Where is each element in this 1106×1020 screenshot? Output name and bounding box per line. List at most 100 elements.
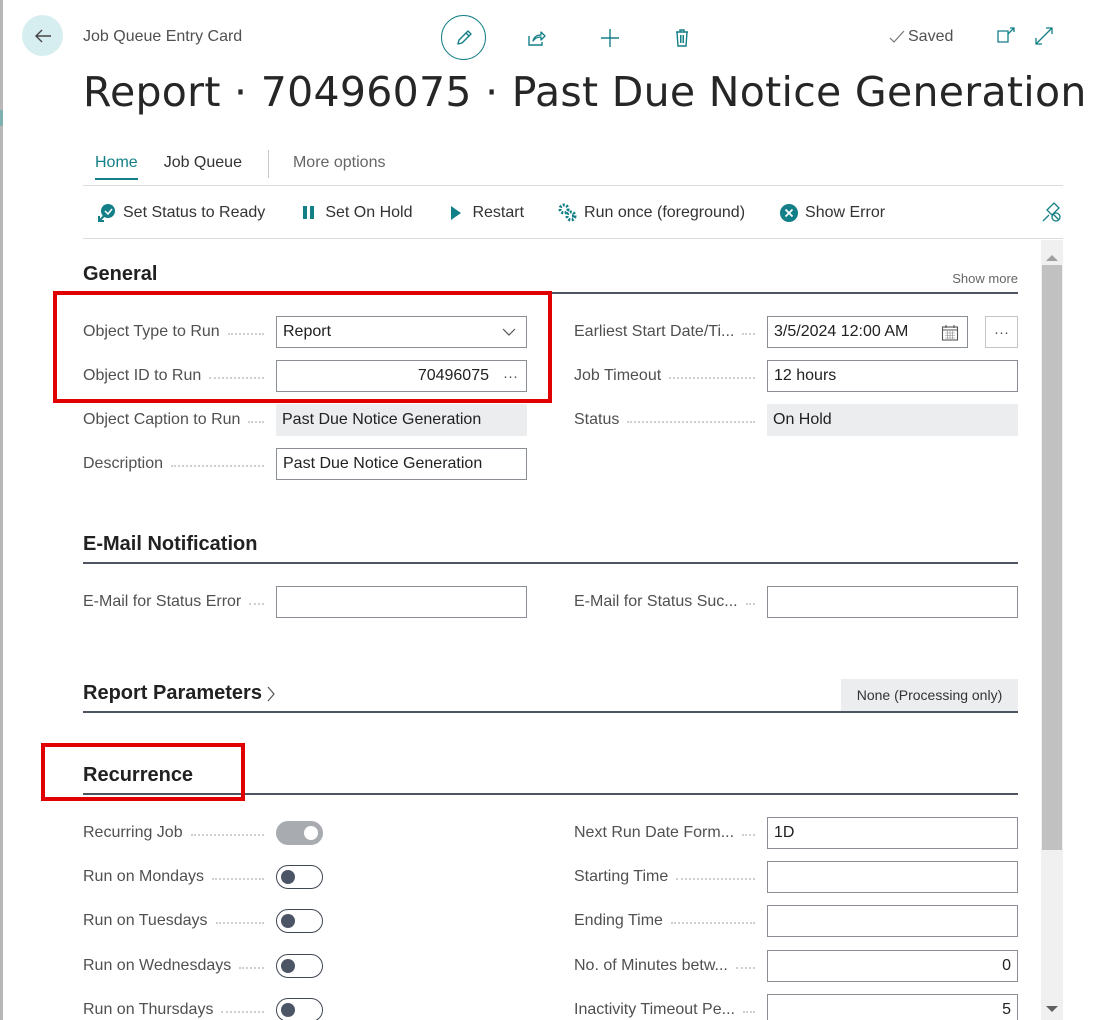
section-report-params-header: Report Parameters None (Processing only) <box>83 677 1018 713</box>
run-mondays-toggle[interactable] <box>276 865 323 889</box>
edit-button[interactable] <box>441 15 486 60</box>
set-on-hold-label: Set On Hold <box>325 203 413 221</box>
field-label: Starting Time <box>574 868 669 885</box>
field-run-thursdays: Run on Thursdays <box>83 994 323 1020</box>
minutes-between-runs-input[interactable]: 0 <box>767 950 1018 982</box>
object-type-dropdown[interactable]: Report <box>276 316 527 348</box>
recurring-job-toggle[interactable] <box>276 821 323 845</box>
report-params-value[interactable]: None (Processing only) <box>841 679 1018 711</box>
section-email-header: E-Mail Notification <box>83 528 1018 564</box>
show-more-link[interactable]: Show more <box>952 271 1018 286</box>
object-caption-value: Past Due Notice Generation <box>276 404 527 436</box>
ending-time-input[interactable] <box>767 905 1018 937</box>
expand-button[interactable] <box>1032 24 1056 48</box>
calendar-icon[interactable] <box>941 324 959 342</box>
pin-action-bar-button[interactable] <box>1041 201 1063 228</box>
restart-button[interactable]: Restart <box>446 203 524 223</box>
field-label: Object ID to Run <box>83 367 202 384</box>
field-description: Description Past Due Notice Generation <box>83 448 527 480</box>
run-wednesdays-toggle[interactable] <box>276 954 323 978</box>
chevron-right-icon <box>267 686 275 701</box>
status-ready-icon <box>98 203 115 222</box>
field-run-tuesdays: Run on Tuesdays <box>83 905 323 937</box>
unpin-icon <box>1042 202 1061 222</box>
field-value: 3/5/2024 12:00 AM <box>774 323 909 340</box>
tab-home[interactable]: Home <box>95 150 138 180</box>
window-buttons <box>994 24 1056 48</box>
field-label: E-Mail for Status Error <box>83 593 242 610</box>
field-value: Past Due Notice Generation <box>283 455 483 472</box>
inactivity-timeout-input[interactable]: 5 <box>767 994 1018 1020</box>
tab-bar: Home Job Queue More options <box>83 150 1063 186</box>
earliest-start-input[interactable]: 3/5/2024 12:00 AM <box>767 316 968 348</box>
trash-icon <box>676 28 688 47</box>
field-value: 12 hours <box>774 367 837 384</box>
open-new-window-button[interactable] <box>994 24 1018 48</box>
set-on-hold-button[interactable]: Set On Hold <box>299 203 412 223</box>
lookup-ellipsis-icon[interactable]: ··· <box>503 368 518 385</box>
pause-icon <box>303 205 315 219</box>
field-value: Report <box>283 323 332 340</box>
edit-pencil-icon <box>456 29 472 45</box>
show-error-button[interactable]: Show Error <box>779 203 885 223</box>
tab-job-queue[interactable]: Job Queue <box>164 150 242 178</box>
field-value: On Hold <box>773 411 832 428</box>
page-title: Report · 70496075 · Past Due Notice Gene… <box>83 68 1087 116</box>
description-input[interactable]: Past Due Notice Generation <box>276 448 527 480</box>
scroll-down-arrow-icon[interactable] <box>1046 1006 1058 1012</box>
set-status-ready-button[interactable]: Set Status to Ready <box>97 203 265 223</box>
field-value: 1D <box>774 824 795 841</box>
field-label: No. of Minutes betw... <box>574 957 728 974</box>
section-email-title[interactable]: E-Mail Notification <box>83 533 257 556</box>
field-label: Next Run Date Form... <box>574 824 735 841</box>
field-starting-time: Starting Time <box>574 861 1018 893</box>
field-object-caption: Object Caption to Run Past Due Notice Ge… <box>83 404 527 436</box>
error-circle-icon <box>780 203 799 222</box>
run-tuesdays-toggle[interactable] <box>276 909 323 933</box>
object-id-input[interactable]: 70496075 ··· <box>276 360 527 392</box>
show-error-label: Show Error <box>805 203 886 221</box>
saved-status: Saved <box>888 28 953 46</box>
section-recurrence-title[interactable]: Recurrence <box>83 764 193 787</box>
scroll-up-arrow-icon[interactable] <box>1046 255 1058 261</box>
field-label: Run on Wednesdays <box>83 957 232 974</box>
earliest-start-more-button[interactable]: ··· <box>985 316 1018 348</box>
checkmark-icon <box>889 30 905 43</box>
card-type-label: Job Queue Entry Card <box>83 28 243 45</box>
field-next-run-date-formula: Next Run Date Form... 1D <box>574 817 1018 849</box>
field-label: Ending Time <box>574 912 663 929</box>
play-icon <box>451 205 462 220</box>
section-recurrence-header: Recurrence <box>83 759 1018 795</box>
field-label: Description <box>83 455 164 472</box>
section-general-title[interactable]: General <box>83 263 157 286</box>
run-thursdays-toggle[interactable] <box>276 998 323 1020</box>
job-timeout-input[interactable]: 12 hours <box>767 360 1018 392</box>
delete-button[interactable] <box>667 23 697 53</box>
field-object-type: Object Type to Run Report <box>83 316 527 348</box>
report-params-link[interactable]: Report Parameters <box>83 682 276 705</box>
email-success-input[interactable] <box>767 586 1018 618</box>
tab-more-options[interactable]: More options <box>293 150 386 178</box>
starting-time-input[interactable] <box>767 861 1018 893</box>
back-button[interactable] <box>22 15 63 56</box>
section-report-params-title: Report Parameters <box>83 682 262 704</box>
plus-icon <box>601 28 619 47</box>
share-button[interactable] <box>521 23 551 53</box>
scrollbar-thumb[interactable] <box>1042 265 1062 850</box>
field-value: 0 <box>1002 957 1011 974</box>
run-once-button[interactable]: Run once (foreground) <box>558 203 745 223</box>
next-run-date-formula-input[interactable]: 1D <box>767 817 1018 849</box>
new-button[interactable] <box>595 23 625 53</box>
email-error-input[interactable] <box>276 586 527 618</box>
field-label: Object Type to Run <box>83 323 220 340</box>
field-label: Run on Thursdays <box>83 1001 214 1018</box>
field-ending-time: Ending Time <box>574 905 1018 937</box>
field-email-error: E-Mail for Status Error <box>83 586 527 618</box>
status-value: On Hold <box>767 404 1018 436</box>
field-inactivity-timeout: Inactivity Timeout Pe... 5 <box>574 994 1018 1020</box>
field-label: Run on Tuesdays <box>83 912 208 929</box>
expand-icon <box>1035 27 1053 45</box>
field-job-timeout: Job Timeout 12 hours <box>574 360 1018 392</box>
left-edge-frame <box>0 0 3 1020</box>
vertical-scrollbar[interactable] <box>1041 240 1063 1020</box>
